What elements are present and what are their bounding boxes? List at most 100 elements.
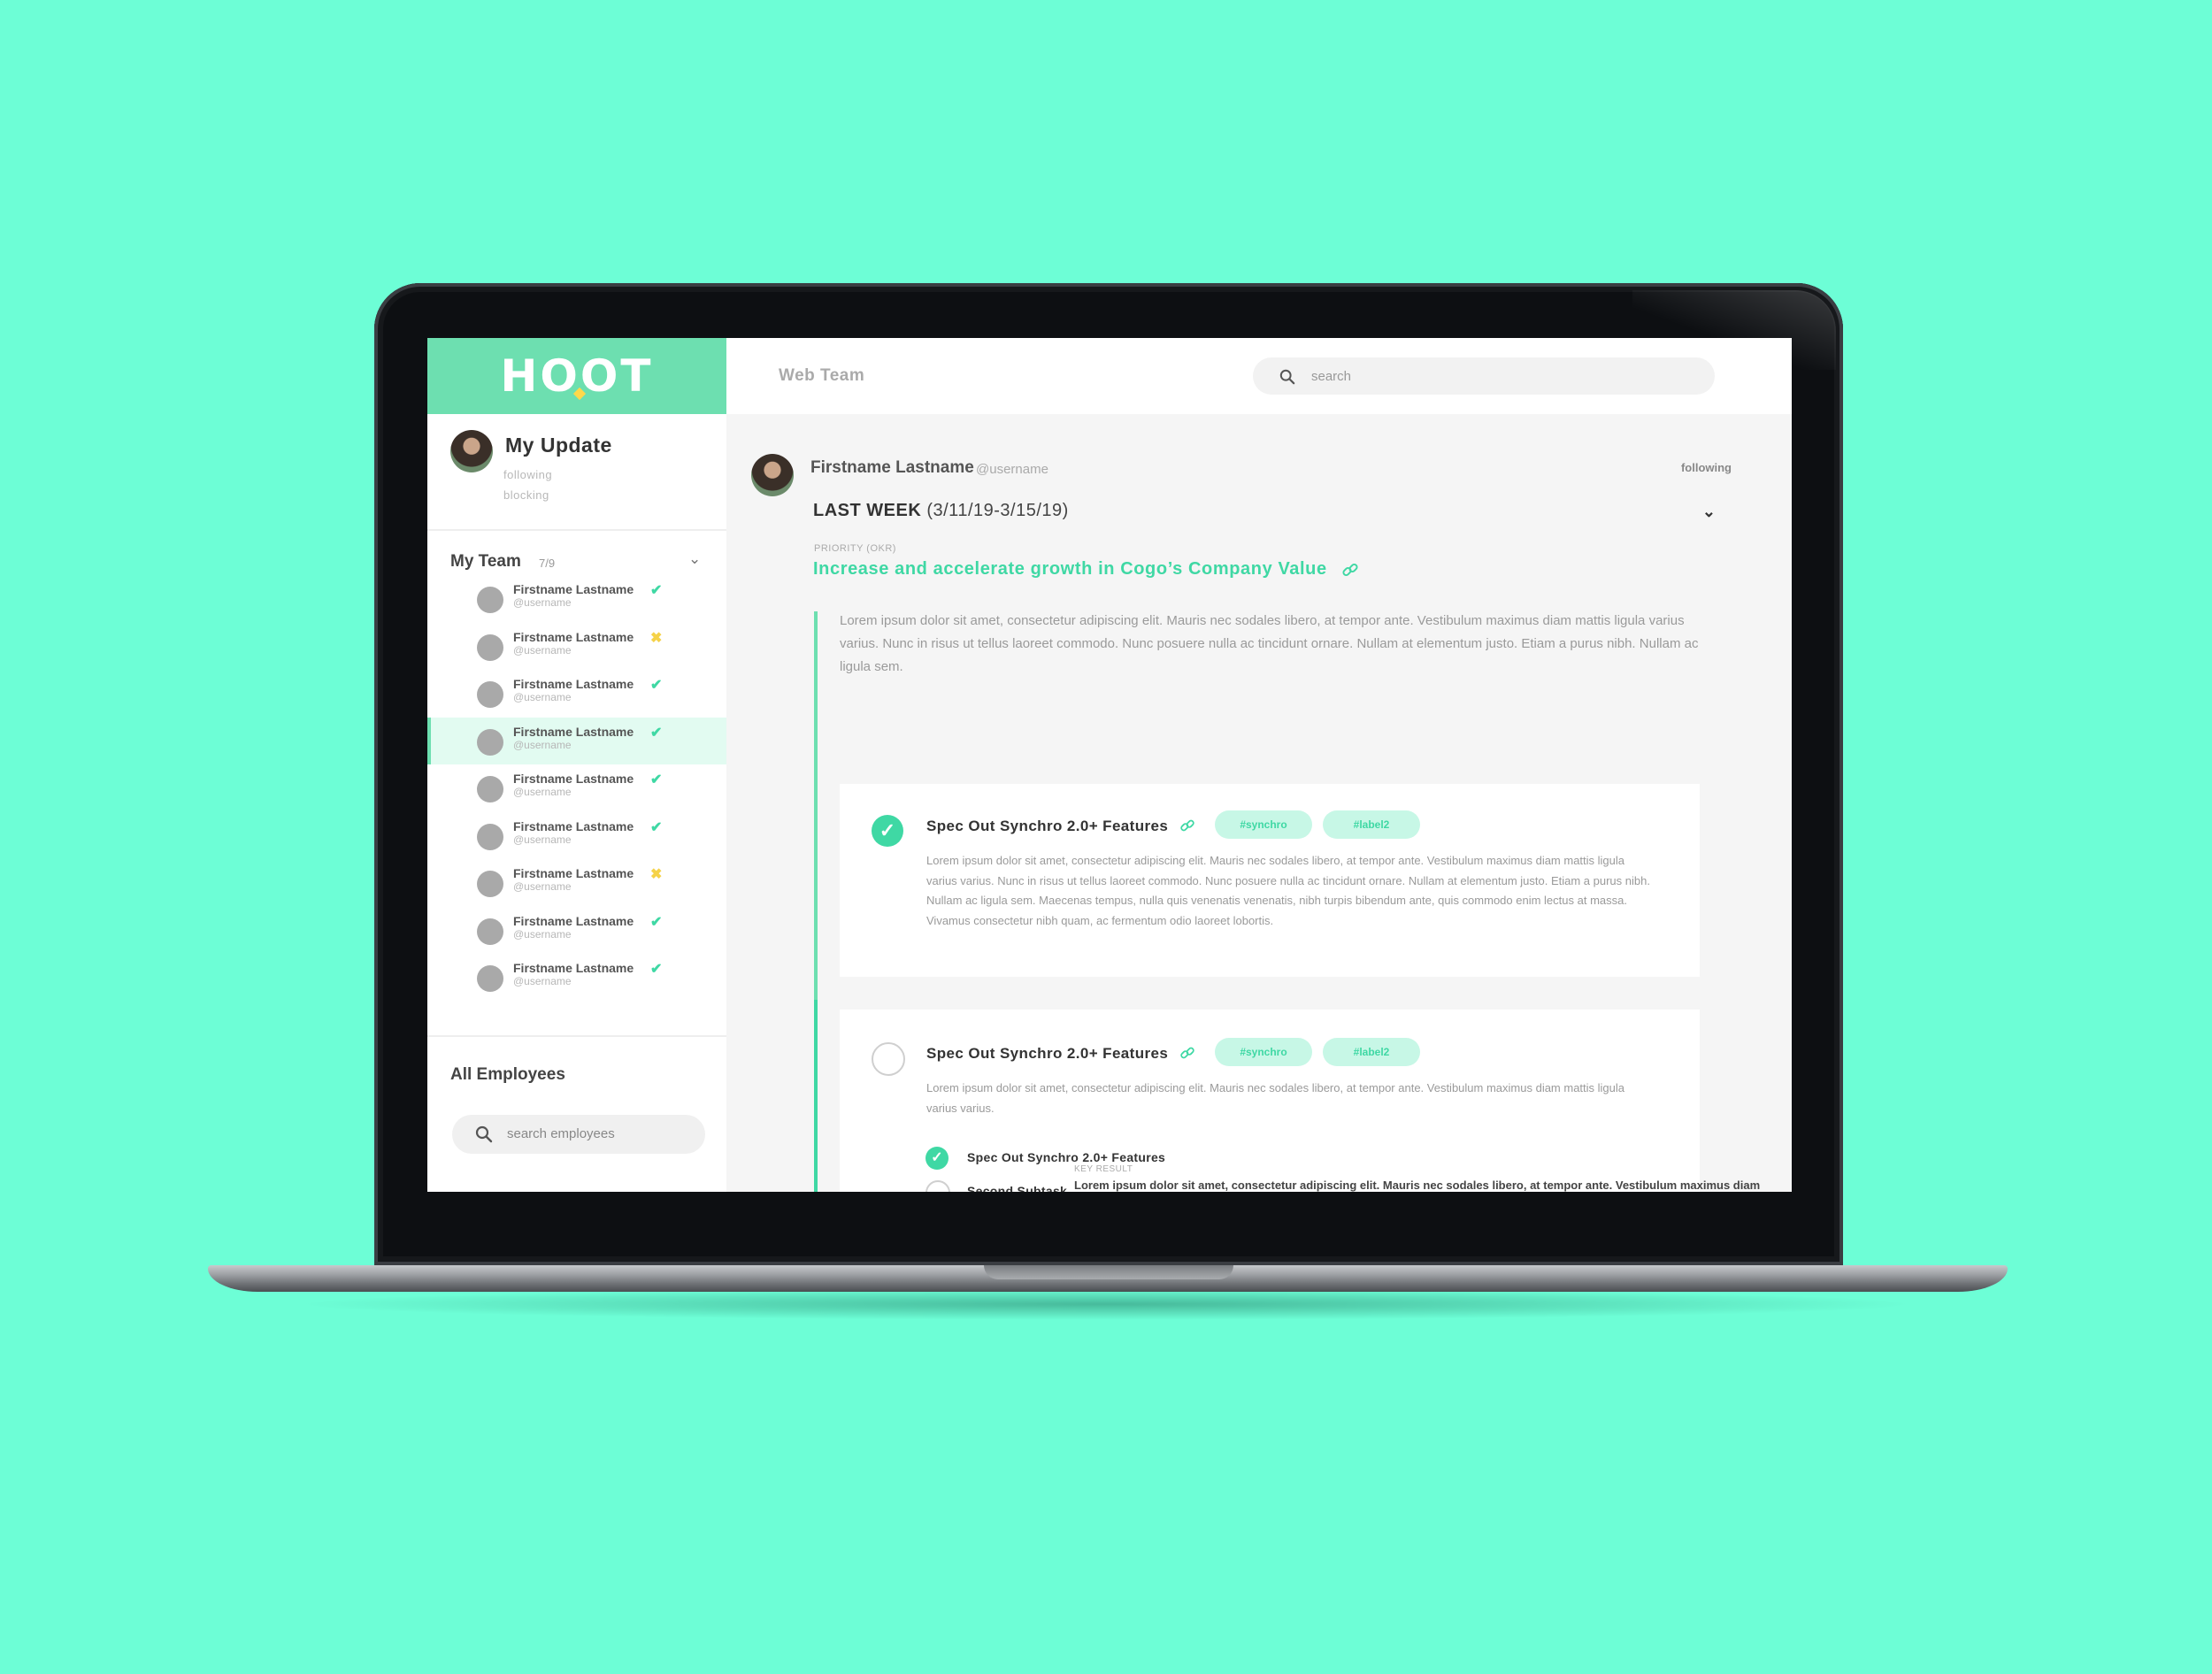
- priority-description: Lorem ipsum dolor sit amet, consectetur …: [840, 613, 1699, 674]
- task-description: Lorem ipsum dolor sit amet, consectetur …: [926, 1081, 1625, 1115]
- laptop-shadow: [292, 1288, 1920, 1320]
- subtask-label: Spec Out Synchro 2.0+ Features: [967, 1150, 1166, 1164]
- avatar: [477, 634, 503, 661]
- search-icon: [1279, 369, 1295, 385]
- task-title[interactable]: Spec Out Synchro 2.0+ Features: [926, 1045, 1168, 1063]
- team-list: Firstname Lastname @username ✔ Firstname…: [427, 575, 726, 1002]
- list-item[interactable]: Firstname Lastname @username ✔: [427, 954, 726, 1002]
- member-username: @username: [513, 596, 572, 609]
- chevron-down-icon[interactable]: ⌄: [1702, 503, 1716, 521]
- avatar: [477, 681, 503, 708]
- member-username: @username: [513, 833, 572, 846]
- member-name: Firstname Lastname: [513, 961, 634, 975]
- my-team-title: My Team: [450, 552, 521, 571]
- week-header: LAST WEEK (3/11/19-3/15/19): [813, 501, 1069, 521]
- update-feed: Firstname Lastname @username following L…: [726, 414, 1792, 1192]
- task-checkbox[interactable]: [872, 1042, 905, 1076]
- member-name: Firstname Lastname: [513, 772, 634, 786]
- week-range: (3/11/19-3/15/19): [926, 501, 1069, 520]
- link-icon[interactable]: [1341, 561, 1359, 579]
- tag-chip[interactable]: #label2: [1323, 1038, 1420, 1066]
- link-icon[interactable]: [1179, 818, 1195, 833]
- task-description: Lorem ipsum dolor sit amet, consectetur …: [926, 854, 1650, 927]
- member-username: @username: [513, 927, 572, 941]
- member-username: @username: [513, 975, 572, 987]
- check-icon: ✔: [650, 962, 663, 977]
- my-update-link[interactable]: My Update: [505, 434, 612, 457]
- priority-label: PRIORITY (OKR): [814, 543, 896, 554]
- list-item[interactable]: Firstname Lastname @username ✔: [427, 812, 726, 860]
- avatar[interactable]: [751, 454, 794, 496]
- list-item[interactable]: Firstname Lastname @username ✖: [427, 623, 726, 671]
- my-update-block: My Update following blocking: [427, 414, 726, 531]
- subtask-complete-checkbox[interactable]: ✓: [926, 1147, 949, 1170]
- search-placeholder: search: [1311, 369, 1352, 384]
- sidebar: HOOT My Update following blocking My Tea…: [427, 338, 726, 1192]
- header: Web Team search: [726, 338, 1792, 414]
- tag-chip[interactable]: #label2: [1323, 810, 1420, 839]
- task-title[interactable]: Spec Out Synchro 2.0+ Features: [926, 818, 1168, 835]
- check-icon: ✔: [650, 678, 663, 693]
- member-name: Firstname Lastname: [513, 818, 634, 833]
- avatar: [477, 823, 503, 850]
- tag-chip[interactable]: #synchro: [1215, 1038, 1312, 1066]
- my-team-header[interactable]: My Team 7/9 ⌄: [427, 531, 726, 571]
- avatar[interactable]: [450, 430, 493, 472]
- chevron-down-icon[interactable]: ⌄: [688, 550, 701, 568]
- logo-bar[interactable]: HOOT: [427, 338, 726, 414]
- avatar: [477, 871, 503, 897]
- x-mark-icon: ✖: [650, 867, 663, 882]
- search-icon: [475, 1125, 493, 1143]
- post-username: @username: [976, 462, 1048, 477]
- member-username: @username: [513, 643, 572, 657]
- employee-search-input[interactable]: search employees: [452, 1115, 705, 1154]
- all-employees-title: All Employees: [450, 1065, 565, 1084]
- priority-title-text: Increase and accelerate growth in Cogo’s…: [813, 559, 1327, 579]
- week-label: LAST WEEK: [813, 501, 922, 520]
- task-card: ✓ Spec Out Synchro 2.0+ Features #synchr…: [840, 784, 1700, 977]
- list-item-selected[interactable]: Firstname Lastname @username ✔: [427, 717, 726, 764]
- x-mark-icon: ✖: [650, 630, 663, 646]
- following-label[interactable]: following: [1681, 461, 1732, 474]
- member-name: Firstname Lastname: [513, 866, 634, 880]
- member-username: @username: [513, 786, 572, 798]
- priority-title[interactable]: Increase and accelerate growth in Cogo’s…: [813, 559, 1359, 580]
- list-item[interactable]: Firstname Lastname @username ✔: [427, 575, 726, 623]
- member-name: Firstname Lastname: [513, 582, 634, 596]
- avatar: [477, 587, 503, 613]
- list-item[interactable]: Firstname Lastname @username ✔: [427, 907, 726, 955]
- check-icon: ✔: [650, 914, 663, 930]
- check-icon: ✔: [650, 583, 663, 598]
- check-icon: ✔: [650, 725, 663, 741]
- link-icon[interactable]: [1179, 1045, 1195, 1061]
- page-title: Web Team: [779, 366, 865, 385]
- key-result-label: KEY RESULT: [1074, 1164, 1133, 1174]
- timeline-bar-progress: [814, 1000, 818, 1192]
- list-item[interactable]: Firstname Lastname @username ✔: [427, 670, 726, 718]
- search-input[interactable]: search: [1253, 357, 1715, 395]
- subtask-label: Second Subtask: [967, 1184, 1068, 1192]
- app-screen: HOOT My Update following blocking My Tea…: [427, 338, 1792, 1192]
- member-name: Firstname Lastname: [513, 629, 634, 644]
- list-item[interactable]: Firstname Lastname @username ✔: [427, 764, 726, 812]
- check-icon: ✔: [650, 819, 663, 835]
- blocking-link[interactable]: blocking: [503, 488, 549, 502]
- member-username: @username: [513, 691, 572, 703]
- subtask-checkbox[interactable]: [926, 1180, 950, 1192]
- member-username: @username: [513, 880, 572, 893]
- task-complete-checkbox[interactable]: ✓: [872, 815, 903, 847]
- avatar: [477, 965, 503, 992]
- my-team-count: 7/9: [539, 557, 556, 570]
- avatar: [477, 728, 503, 756]
- member-name: Firstname Lastname: [513, 677, 634, 691]
- list-item[interactable]: Firstname Lastname @username ✖: [427, 859, 726, 907]
- task-card: Spec Out Synchro 2.0+ Features #synchro …: [840, 1010, 1700, 1192]
- laptop-notch: [984, 1265, 1233, 1279]
- check-icon: ✔: [650, 772, 663, 787]
- tag-chip[interactable]: #synchro: [1215, 810, 1312, 839]
- member-name: Firstname Lastname: [513, 913, 634, 928]
- post-author[interactable]: Firstname Lastname: [810, 458, 974, 478]
- member-username: @username: [513, 738, 572, 751]
- member-name: Firstname Lastname: [513, 724, 634, 739]
- following-link[interactable]: following: [503, 468, 552, 481]
